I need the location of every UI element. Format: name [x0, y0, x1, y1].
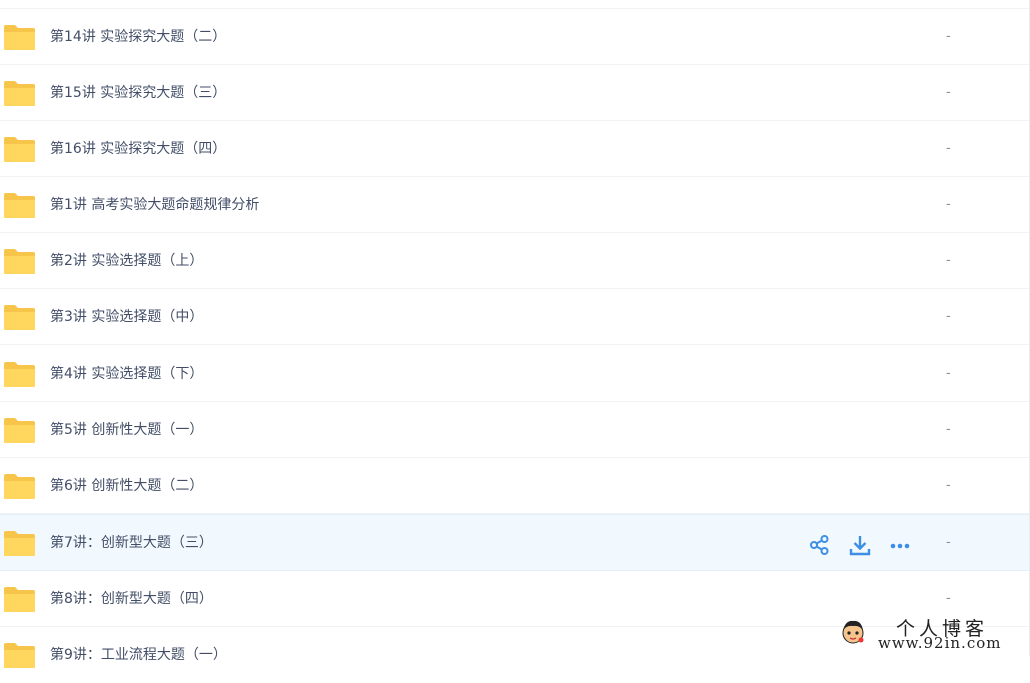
- file-name[interactable]: 第2讲 实验选择题（上）: [50, 233, 203, 289]
- folder-icon: [4, 587, 35, 612]
- list-item[interactable]: 第14讲 实验探究大题（二） -: [0, 9, 1030, 65]
- share-icon[interactable]: [809, 534, 831, 556]
- file-name[interactable]: 第1讲 高考实验大题命题规律分析: [50, 177, 259, 233]
- folder-icon: [4, 418, 35, 443]
- file-name[interactable]: 第6讲 创新性大题（二）: [50, 458, 203, 514]
- download-icon[interactable]: [849, 534, 871, 556]
- folder-icon: [4, 474, 35, 499]
- list-item[interactable]: 第2讲 实验选择题（上） -: [0, 233, 1030, 289]
- list-item[interactable]: 第16讲 实验探究大题（四） -: [0, 121, 1030, 177]
- folder-icon: [4, 362, 35, 387]
- file-size: -: [946, 197, 951, 212]
- list-item[interactable]: 第4讲 实验选择题（下） -: [0, 346, 1030, 402]
- file-size: -: [946, 309, 951, 324]
- list-item[interactable]: 第1讲 高考实验大题命题规律分析 -: [0, 177, 1030, 233]
- list-item-hovered[interactable]: 第7讲：创新型大题（三） -: [0, 514, 1030, 571]
- file-size: -: [946, 85, 951, 100]
- file-name[interactable]: 第5讲 创新性大题（一）: [50, 402, 203, 458]
- file-name[interactable]: 第14讲 实验探究大题（二）: [50, 9, 226, 65]
- file-size: -: [946, 253, 951, 268]
- file-size: -: [946, 478, 951, 493]
- file-size: -: [946, 141, 951, 156]
- file-name[interactable]: 第8讲：创新型大题（四）: [50, 571, 213, 627]
- list-item[interactable]: 第3讲 实验选择题（中） -: [0, 289, 1030, 345]
- list-top-border: [0, 0, 1030, 9]
- folder-icon: [4, 305, 35, 330]
- file-name[interactable]: 第15讲 实验探究大题（三）: [50, 65, 226, 121]
- watermark-url: www.92in.com: [878, 634, 1002, 652]
- file-size: -: [946, 535, 951, 550]
- folder-icon: [4, 249, 35, 274]
- file-name[interactable]: 第16讲 实验探究大题（四）: [50, 121, 226, 177]
- file-size: -: [946, 29, 951, 44]
- watermark: 个人博客 www.92in.com: [834, 612, 1030, 656]
- file-name[interactable]: 第9讲：工业流程大题（一）: [50, 627, 227, 683]
- list-item[interactable]: 第15讲 实验探究大题（三） -: [0, 65, 1030, 121]
- file-name[interactable]: 第7讲：创新型大题（三）: [50, 515, 213, 571]
- file-name[interactable]: 第3讲 实验选择题（中）: [50, 289, 203, 345]
- file-size: -: [946, 422, 951, 437]
- folder-icon: [4, 193, 35, 218]
- file-name[interactable]: 第4讲 实验选择题（下）: [50, 346, 203, 402]
- folder-icon: [4, 81, 35, 106]
- folder-icon: [4, 531, 35, 556]
- list-item[interactable]: 第6讲 创新性大题（二） -: [0, 458, 1030, 514]
- mascot-icon: [842, 620, 864, 644]
- more-icon[interactable]: [889, 534, 911, 556]
- folder-icon: [4, 25, 35, 50]
- list-item[interactable]: 第5讲 创新性大题（一） -: [0, 402, 1030, 458]
- folder-icon: [4, 137, 35, 162]
- file-size: -: [946, 366, 951, 381]
